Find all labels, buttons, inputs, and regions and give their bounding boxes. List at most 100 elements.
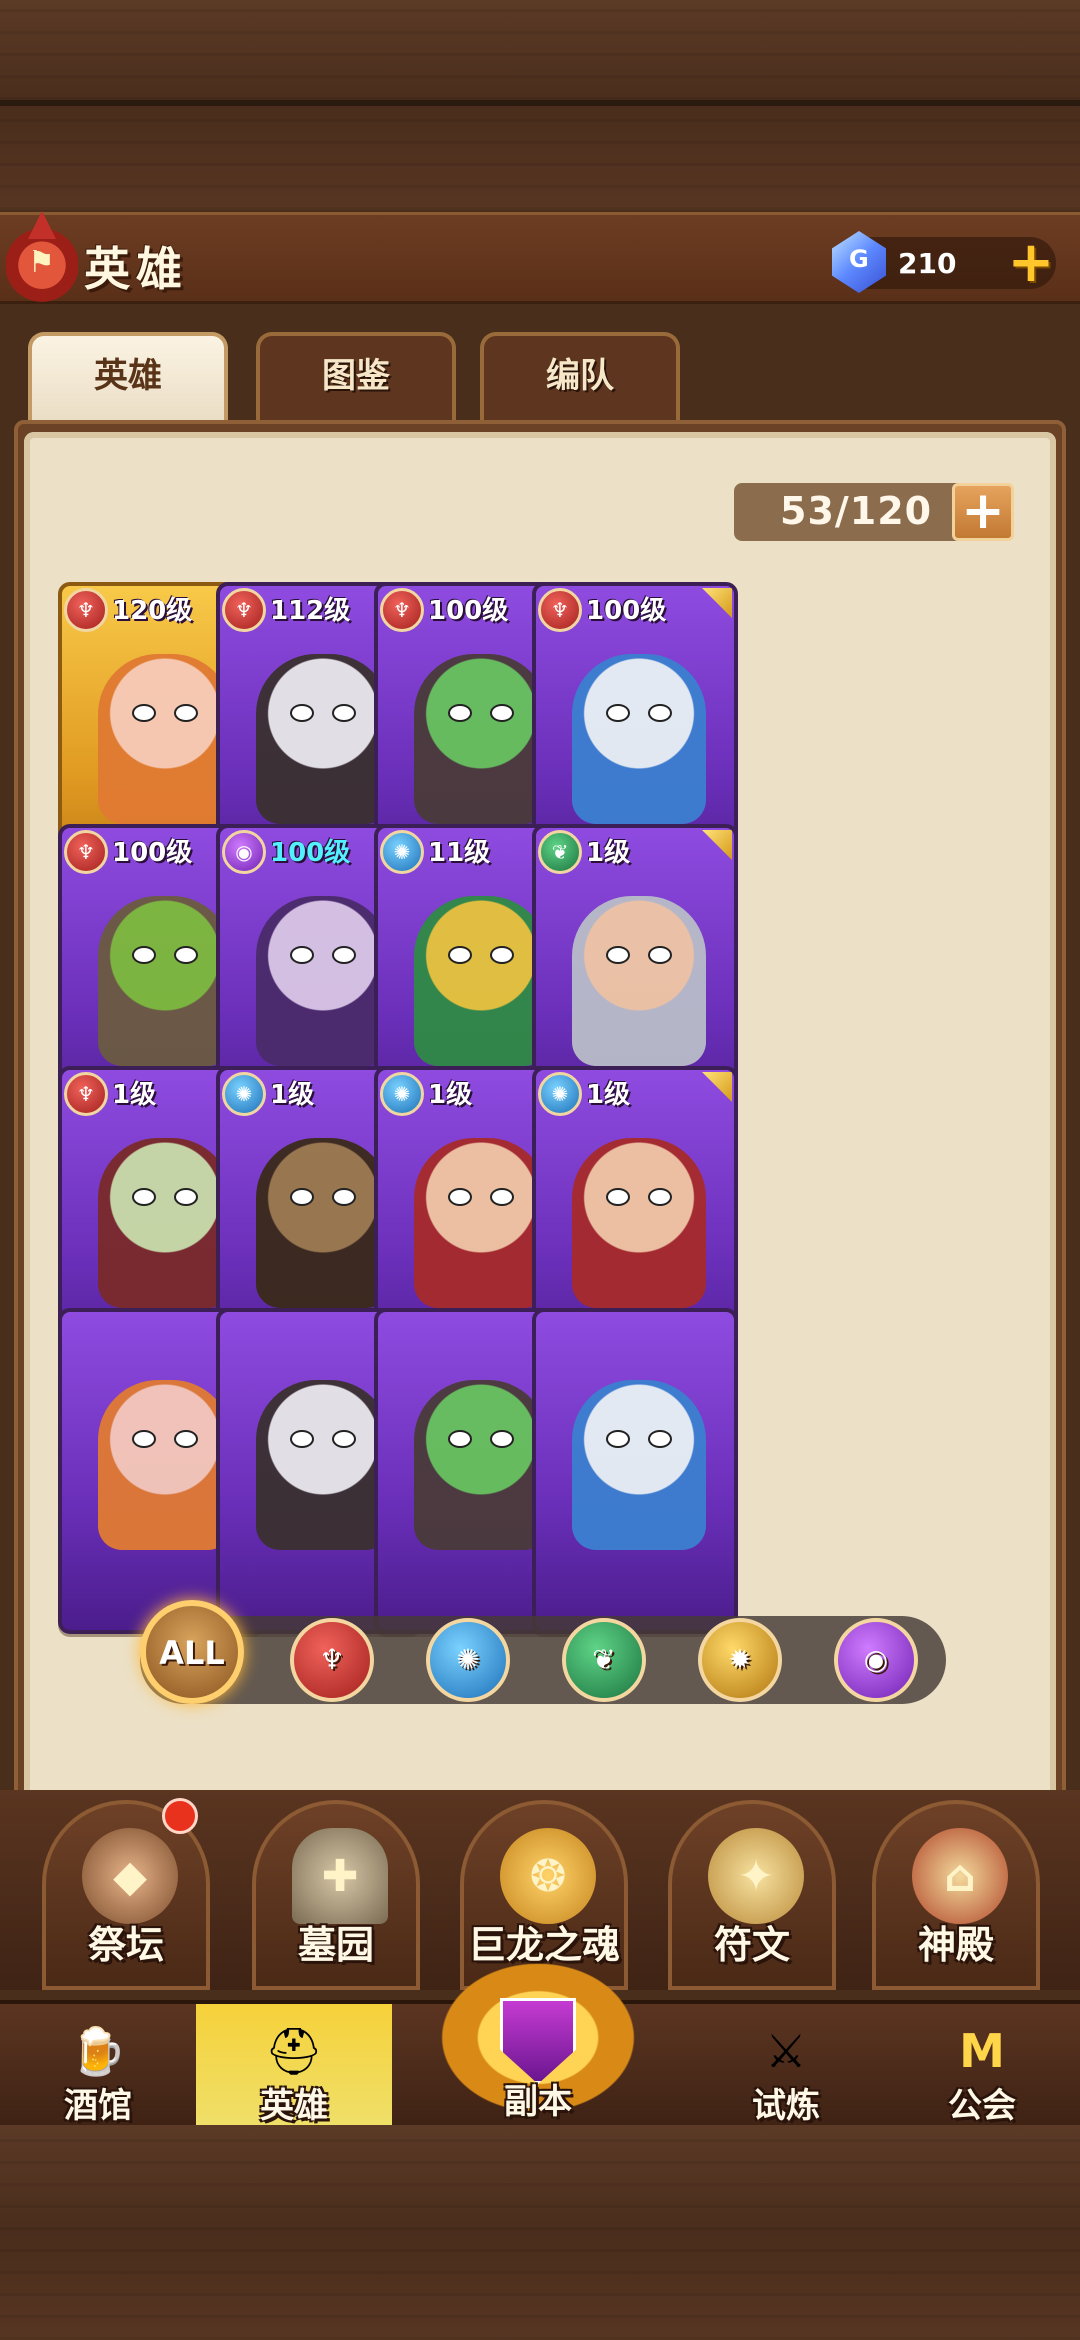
blue-faction-icon: ✺ [380, 1072, 424, 1116]
blue-faction-icon: ✺ [380, 830, 424, 874]
hero-portrait [572, 1380, 706, 1550]
hero-card-partial[interactable] [532, 1308, 738, 1634]
page-title: 英雄 [84, 242, 188, 296]
hero-level: 120级 [112, 596, 193, 626]
notification-badge [162, 1798, 198, 1834]
building-row: ◆ 祭坛 ✚ 墓园 ❂ 巨龙之魂 ✦ 符文 ⌂ 神殿 [0, 1790, 1080, 1990]
guild-icon: M [959, 2024, 1005, 2078]
purple-faction-icon[interactable]: ◉ [834, 1618, 918, 1702]
hero-eyes [606, 1430, 672, 1448]
hero-level: 1级 [586, 838, 631, 868]
hero-eyes [290, 1430, 356, 1448]
dungeon-shield-icon [500, 1998, 576, 2084]
hero-eyes [132, 946, 198, 964]
hero-eyes [132, 1188, 198, 1206]
hero-eyes [290, 946, 356, 964]
filter-all-button[interactable]: ALL [140, 1600, 244, 1704]
hero-portrait [256, 654, 390, 824]
rune-button[interactable]: ✦ 符文 [668, 1800, 836, 1990]
nav-trial[interactable]: ⚔ 试炼 [688, 2004, 884, 2128]
hero-helmet-icon: ⛑ [264, 2023, 324, 2078]
nav-heroes[interactable]: ⛑ 英雄 [196, 2004, 392, 2128]
red-faction-icon: ♆ [64, 588, 108, 632]
hero-portrait [98, 1380, 232, 1550]
trial-icon: ⚔ [765, 2024, 807, 2078]
nav-tavern-label: 酒馆 [64, 2086, 132, 2126]
expand-roster-button[interactable]: + [952, 483, 1014, 541]
gem-counter: G 210 + [832, 231, 1056, 293]
red-faction-icon: ♆ [380, 588, 424, 632]
purple-faction-icon: ◉ [222, 830, 266, 874]
hero-portrait [414, 1380, 548, 1550]
graveyard-button[interactable]: ✚ 墓园 [252, 1800, 420, 1990]
red-faction-icon: ♆ [222, 588, 266, 632]
red-faction-icon[interactable]: ♆ [290, 1618, 374, 1702]
hero-eyes [606, 946, 672, 964]
tab-formation[interactable]: 编队 [480, 332, 680, 420]
roster-counter: 53/120 + [734, 483, 1014, 541]
tab-heroes[interactable]: 英雄 [28, 332, 228, 428]
blue-gem-icon: G [832, 231, 886, 293]
hero-eyes [448, 946, 514, 964]
hero-level: 100级 [112, 838, 193, 868]
hero-eyes [132, 704, 198, 722]
hero-portrait [414, 654, 548, 824]
hero-portrait [256, 896, 390, 1066]
hero-portrait [256, 1138, 390, 1308]
graveyard-label: 墓园 [297, 1923, 374, 1967]
nav-tavern[interactable]: 🍺 酒馆 [0, 2004, 196, 2128]
rune-orb-icon: ✦ [708, 1828, 804, 1924]
tombstone-icon: ✚ [292, 1828, 388, 1924]
nav-heroes-label: 英雄 [260, 2086, 328, 2126]
rarity-corner-icon [702, 830, 732, 860]
faction-filter-bar: ALL ♆ ✺ ❦ ✹ ◉ [140, 1600, 946, 1704]
hero-emblem-icon: ⚑ [6, 211, 78, 303]
roster-count: 53/120 [780, 489, 933, 533]
wood-background-bottom [0, 2125, 1080, 2340]
add-gems-button[interactable]: + [1006, 235, 1056, 291]
altar-icon: ◆ [82, 1828, 178, 1924]
hero-level: 11级 [428, 838, 491, 868]
hero-grid: ♆120级傻馒♆112级法丝♆100级烧饼♆100级沐丝♆100级剑圣◉100级… [24, 560, 1056, 1736]
hero-eyes [606, 704, 672, 722]
hero-level: 112级 [270, 596, 351, 626]
hero-portrait [98, 654, 232, 824]
nav-trial-label: 试炼 [752, 2086, 820, 2126]
nav-dungeon-label: 副本 [504, 2082, 572, 2122]
hero-tabs: 英雄 图鉴 编队 [28, 332, 728, 428]
temple-label: 神殿 [917, 1923, 994, 1967]
hero-level: 1级 [586, 1080, 631, 1110]
nav-guild-label: 公会 [948, 2086, 1016, 2126]
gold-faction-icon[interactable]: ✹ [698, 1618, 782, 1702]
dragon-coin-icon: ❂ [500, 1828, 596, 1924]
hero-portrait [572, 654, 706, 824]
hero-level: 100级 [270, 838, 351, 868]
hero-portrait [572, 896, 706, 1066]
hero-eyes [132, 1430, 198, 1448]
hero-portrait [572, 1138, 706, 1308]
gem-count: 210 [898, 247, 957, 280]
hero-level: 1级 [428, 1080, 473, 1110]
altar-button[interactable]: ◆ 祭坛 [42, 1798, 210, 1990]
temple-icon: ⌂ [912, 1828, 1008, 1924]
hero-portrait [98, 896, 232, 1066]
green-faction-icon: ❦ [538, 830, 582, 874]
hero-eyes [290, 704, 356, 722]
green-faction-icon[interactable]: ❦ [562, 1618, 646, 1702]
nav-dungeon[interactable]: 副本 [418, 1962, 658, 2130]
tab-collection[interactable]: 图鉴 [256, 332, 456, 420]
blue-faction-icon[interactable]: ✺ [426, 1618, 510, 1702]
nav-guild[interactable]: M 公会 [884, 2004, 1080, 2128]
blue-faction-icon: ✺ [222, 1072, 266, 1116]
altar-label: 祭坛 [87, 1923, 164, 1967]
hero-portrait [414, 896, 548, 1066]
wood-background-top [0, 0, 1080, 210]
hero-level: 1级 [112, 1080, 157, 1110]
red-faction-icon: ♆ [538, 588, 582, 632]
red-faction-icon: ♆ [64, 830, 108, 874]
blue-faction-icon: ✺ [538, 1072, 582, 1116]
header-bar: ⚑ 英雄 G 210 + [0, 211, 1080, 304]
hero-eyes [448, 1430, 514, 1448]
temple-button[interactable]: ⌂ 神殿 [872, 1800, 1040, 1990]
red-faction-icon: ♆ [64, 1072, 108, 1116]
